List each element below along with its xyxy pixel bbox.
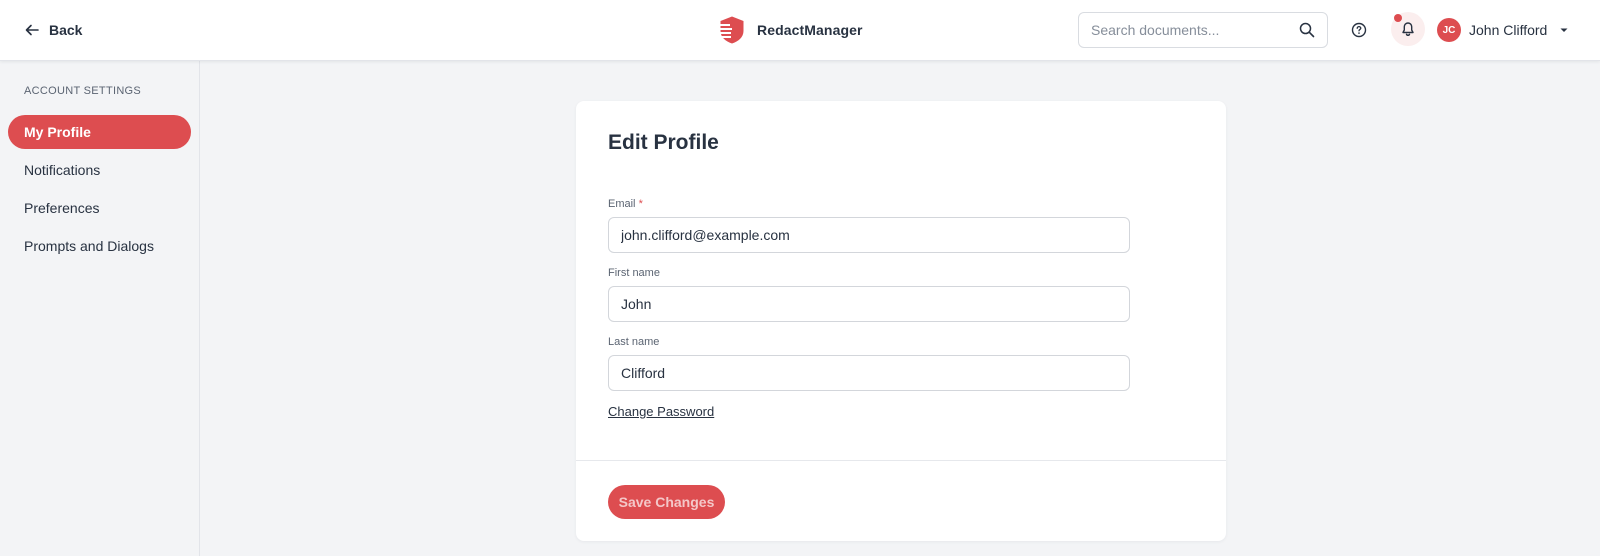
change-password-link[interactable]: Change Password — [608, 404, 714, 419]
last-name-field[interactable] — [608, 355, 1130, 391]
redactmanager-logo-icon — [717, 16, 744, 44]
page-title: Edit Profile — [608, 131, 719, 154]
search-input[interactable] — [1091, 22, 1299, 38]
sidebar-item-label: Prompts and Dialogs — [24, 238, 154, 254]
search-box[interactable] — [1078, 12, 1328, 48]
help-button[interactable] — [1345, 16, 1373, 44]
back-label: Back — [49, 22, 83, 38]
caret-down-icon — [1560, 28, 1568, 32]
brand-name: RedactManager — [757, 22, 863, 38]
required-marker: * — [638, 198, 643, 210]
unread-indicator — [1394, 14, 1402, 22]
sidebar-heading: ACCOUNT SETTINGS — [24, 85, 142, 97]
avatar: JC — [1437, 18, 1461, 42]
email-field[interactable] — [608, 217, 1130, 253]
arrow-left-icon — [25, 24, 39, 36]
sidebar-item-label: Preferences — [24, 200, 100, 216]
back-button[interactable]: Back — [24, 18, 82, 42]
sidebar-item-notifications[interactable]: Notifications — [8, 153, 191, 187]
sidebar-item-preferences[interactable]: Preferences — [8, 191, 191, 225]
settings-sidebar: ACCOUNT SETTINGS My Profile Notification… — [0, 61, 200, 556]
top-bar: Back RedactManager JC — [0, 0, 1600, 61]
brand[interactable]: RedactManager — [717, 14, 863, 46]
last-name-label: Last name — [608, 336, 660, 348]
help-circle-icon — [1351, 22, 1367, 38]
user-menu[interactable]: JC John Clifford — [1437, 17, 1569, 43]
sidebar-item-prompts-and-dialogs[interactable]: Prompts and Dialogs — [8, 229, 191, 263]
sidebar-item-my-profile[interactable]: My Profile — [8, 115, 191, 149]
bell-icon — [1402, 22, 1414, 37]
email-label-text: Email — [608, 198, 636, 210]
edit-profile-card: Edit Profile Email * First name Last nam… — [576, 101, 1226, 541]
first-name-field[interactable] — [608, 286, 1130, 322]
email-label: Email * — [608, 198, 643, 210]
user-name: John Clifford — [1469, 22, 1548, 38]
divider — [576, 460, 1226, 461]
save-changes-button[interactable]: Save Changes — [608, 485, 725, 519]
sidebar-item-label: Notifications — [24, 162, 101, 178]
sidebar-item-label: My Profile — [24, 124, 91, 140]
search-icon[interactable] — [1299, 22, 1315, 38]
first-name-label: First name — [608, 267, 660, 279]
notifications-button[interactable] — [1391, 12, 1425, 46]
